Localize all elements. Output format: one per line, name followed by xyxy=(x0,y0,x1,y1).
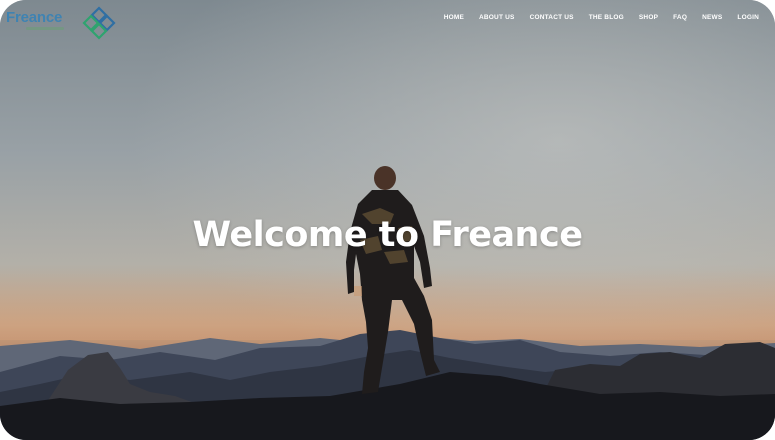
brand-mark-icon xyxy=(82,6,116,40)
brand-logo-text: Freance xyxy=(6,9,63,26)
nav-login[interactable]: LOGIN xyxy=(737,14,759,21)
nav-faq[interactable]: FAQ xyxy=(673,14,687,21)
brand-tagline-mark xyxy=(26,27,64,30)
top-navigation-bar: Freance HOME ABOUT US CONTACT US THE BLO… xyxy=(0,0,775,40)
brand-logo[interactable]: Freance xyxy=(6,6,116,40)
browser-viewport: Freance HOME ABOUT US CONTACT US THE BLO… xyxy=(0,0,775,440)
nav-news[interactable]: NEWS xyxy=(702,14,722,21)
nav-the-blog[interactable]: THE BLOG xyxy=(589,14,624,21)
nav-shop[interactable]: SHOP xyxy=(639,14,658,21)
main-menu: HOME ABOUT US CONTACT US THE BLOG SHOP F… xyxy=(429,14,759,21)
nav-about-us[interactable]: ABOUT US xyxy=(479,14,515,21)
hero-title: Welcome to Freance xyxy=(192,215,583,256)
nav-home[interactable]: HOME xyxy=(444,14,464,21)
nav-contact-us[interactable]: CONTACT US xyxy=(530,14,574,21)
